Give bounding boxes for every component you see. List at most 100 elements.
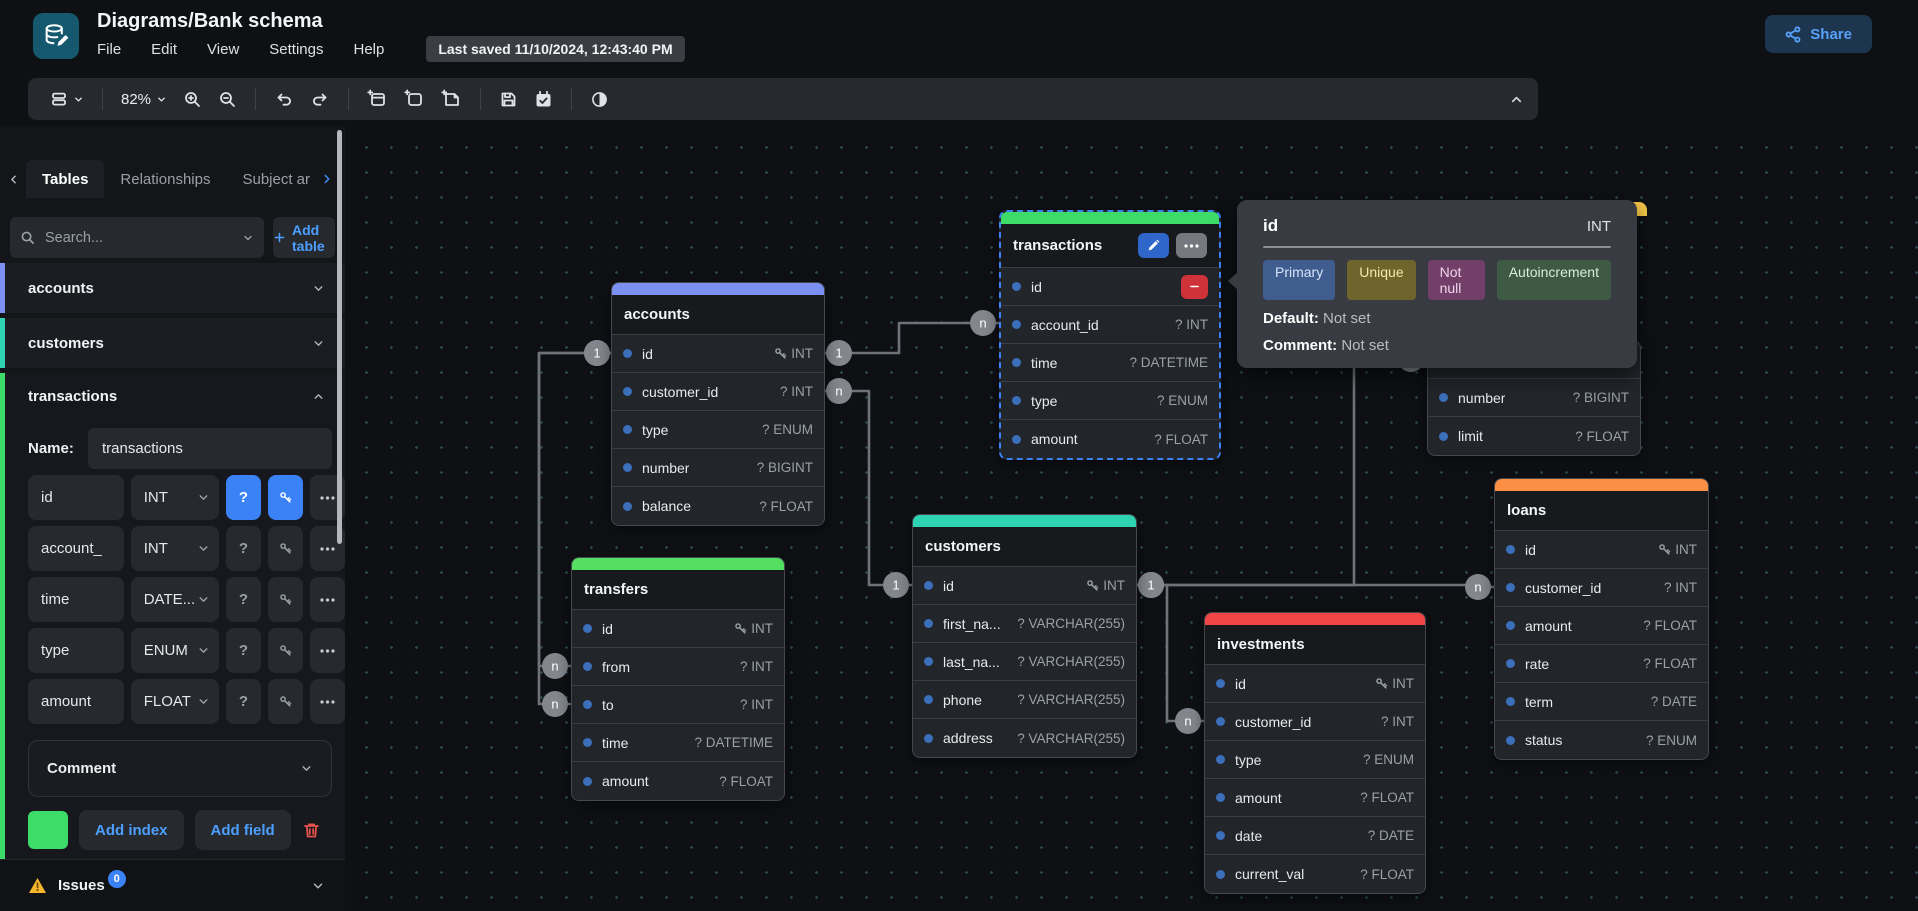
diagram-table-accounts[interactable]: accounts idINT customer_id? INT type? EN… bbox=[611, 282, 825, 526]
theme-contrast-button[interactable] bbox=[582, 84, 617, 114]
diagram-field-row[interactable]: first_na...? VARCHAR(255) bbox=[913, 605, 1136, 643]
diagram-field-row[interactable]: number? BIGINT bbox=[612, 449, 824, 487]
diagram-field-row[interactable]: idINT bbox=[913, 567, 1136, 605]
table-color-swatch[interactable] bbox=[28, 811, 68, 849]
add-index-button[interactable]: Add index bbox=[79, 810, 184, 850]
field-name-input[interactable]: type bbox=[28, 628, 124, 673]
caret-down-icon[interactable] bbox=[242, 232, 254, 244]
diagram-field-row[interactable]: customer_id? INT bbox=[1495, 569, 1708, 607]
field-name-input[interactable]: amount bbox=[28, 679, 124, 724]
diagram-field-row[interactable]: last_na...? VARCHAR(255) bbox=[913, 643, 1136, 681]
diagram-table-transfers[interactable]: transfers idINT from? INT to? INT time? … bbox=[571, 557, 785, 801]
add-note-button[interactable] bbox=[433, 84, 470, 114]
diagram-table-investments[interactable]: investments idINT customer_id? INT type?… bbox=[1204, 612, 1426, 894]
zoom-out-button[interactable] bbox=[210, 84, 245, 114]
field-nullable-button[interactable]: ? bbox=[226, 526, 261, 571]
sidebar-item-customers[interactable]: customers bbox=[0, 318, 345, 368]
diagram-field-row[interactable]: balance? FLOAT bbox=[612, 487, 824, 525]
diagram-field-row[interactable]: time? DATETIME bbox=[1001, 344, 1219, 382]
add-table-button[interactable] bbox=[359, 84, 396, 114]
comment-section[interactable]: Comment bbox=[28, 740, 332, 797]
issues-bar[interactable]: Issues 0 bbox=[0, 859, 345, 911]
diagram-field-row[interactable]: idINT bbox=[612, 335, 824, 373]
diagram-canvas[interactable]: 1 n 1 n 1 n n 1 1 n 1 n 1 n accounts idI… bbox=[345, 126, 1918, 911]
field-name-input[interactable]: account_ bbox=[28, 526, 124, 571]
layout-button[interactable] bbox=[42, 84, 92, 114]
menu-settings[interactable]: Settings bbox=[269, 41, 323, 58]
diagram-field-row[interactable]: amount? FLOAT bbox=[1205, 779, 1425, 817]
menu-view[interactable]: View bbox=[207, 41, 239, 58]
field-type-select[interactable]: FLOAT bbox=[131, 679, 219, 724]
diagram-table-loans[interactable]: loans idINT customer_id? INT amount? FLO… bbox=[1494, 478, 1709, 760]
delete-field-button[interactable] bbox=[1181, 275, 1208, 299]
save-button[interactable] bbox=[491, 84, 526, 114]
redo-button[interactable] bbox=[302, 84, 338, 114]
table-name-input[interactable]: transactions bbox=[88, 428, 332, 469]
chevron-up-icon[interactable] bbox=[312, 390, 325, 403]
delete-table-button[interactable] bbox=[302, 821, 321, 840]
diagram-field-row[interactable]: idINT bbox=[1205, 665, 1425, 703]
field-type-select[interactable]: ENUM bbox=[131, 628, 219, 673]
chevron-down-icon[interactable] bbox=[311, 879, 325, 893]
diagram-field-row[interactable]: current_val? FLOAT bbox=[1205, 855, 1425, 893]
chevron-down-icon[interactable] bbox=[312, 337, 325, 350]
zoom-in-button[interactable] bbox=[175, 84, 210, 114]
sidebar-item-accounts[interactable]: accounts bbox=[0, 263, 345, 313]
table-more-options-button[interactable] bbox=[1176, 233, 1207, 258]
diagram-field-row[interactable]: idINT bbox=[1495, 531, 1708, 569]
menu-edit[interactable]: Edit bbox=[151, 41, 177, 58]
diagram-field-row[interactable]: phone? VARCHAR(255) bbox=[913, 681, 1136, 719]
diagram-field-row[interactable]: rate? FLOAT bbox=[1495, 645, 1708, 683]
field-more-options-button[interactable] bbox=[310, 628, 345, 673]
collapse-toolbar-icon[interactable] bbox=[1509, 92, 1524, 107]
commit-button[interactable] bbox=[526, 84, 561, 114]
diagram-field-row[interactable]: id bbox=[1001, 268, 1219, 306]
edit-table-button[interactable] bbox=[1138, 233, 1169, 258]
menu-help[interactable]: Help bbox=[353, 41, 384, 58]
field-type-select[interactable]: INT bbox=[131, 475, 219, 520]
field-type-select[interactable]: DATE... bbox=[131, 577, 219, 622]
field-more-options-button[interactable] bbox=[310, 577, 345, 622]
diagram-field-row[interactable]: customer_id? INT bbox=[1205, 703, 1425, 741]
diagram-field-row[interactable]: amount? FLOAT bbox=[1495, 607, 1708, 645]
field-primary-key-button[interactable] bbox=[268, 475, 303, 520]
sidebar-item-transactions[interactable]: transactions bbox=[5, 373, 345, 420]
search-input[interactable] bbox=[43, 229, 234, 247]
chevron-down-icon[interactable] bbox=[312, 282, 325, 295]
undo-button[interactable] bbox=[266, 84, 302, 114]
diagram-field-row[interactable]: amount? FLOAT bbox=[572, 762, 784, 800]
field-nullable-button[interactable]: ? bbox=[226, 628, 261, 673]
tab-relationships[interactable]: Relationships bbox=[104, 160, 226, 198]
diagram-table-transactions[interactable]: transactions id account_id? INT time? DA… bbox=[999, 210, 1221, 460]
field-type-select[interactable]: INT bbox=[131, 526, 219, 571]
diagram-field-row[interactable]: limit? FLOAT bbox=[1428, 417, 1640, 455]
diagram-field-row[interactable]: type? ENUM bbox=[1205, 741, 1425, 779]
tabs-scroll-right-icon[interactable] bbox=[320, 172, 334, 186]
field-name-input[interactable]: id bbox=[28, 475, 124, 520]
diagram-field-row[interactable]: type? ENUM bbox=[612, 411, 824, 449]
diagram-field-row[interactable]: status? ENUM bbox=[1495, 721, 1708, 759]
field-primary-key-button[interactable] bbox=[268, 526, 303, 571]
diagram-field-row[interactable]: customer_id? INT bbox=[612, 373, 824, 411]
diagram-field-row[interactable]: number? BIGINT bbox=[1428, 379, 1640, 417]
field-primary-key-button[interactable] bbox=[268, 577, 303, 622]
field-primary-key-button[interactable] bbox=[268, 679, 303, 724]
tab-subject-areas[interactable]: Subject ar bbox=[226, 160, 318, 198]
diagram-field-row[interactable]: term? DATE bbox=[1495, 683, 1708, 721]
menu-file[interactable]: File bbox=[97, 41, 121, 58]
add-area-button[interactable] bbox=[396, 84, 433, 114]
zoom-level-dropdown[interactable]: 82% bbox=[113, 84, 175, 114]
field-more-options-button[interactable] bbox=[310, 679, 345, 724]
tabs-scroll-left-icon[interactable] bbox=[0, 173, 26, 186]
diagram-field-row[interactable]: from? INT bbox=[572, 648, 784, 686]
field-primary-key-button[interactable] bbox=[268, 628, 303, 673]
add-table-button-sidebar[interactable]: Add table bbox=[273, 217, 335, 258]
field-nullable-button[interactable]: ? bbox=[226, 475, 261, 520]
tab-tables[interactable]: Tables bbox=[26, 160, 104, 198]
share-button[interactable]: Share bbox=[1765, 15, 1872, 53]
diagram-field-row[interactable]: time? DATETIME bbox=[572, 724, 784, 762]
field-nullable-button[interactable]: ? bbox=[226, 679, 261, 724]
diagram-field-row[interactable]: idINT bbox=[572, 610, 784, 648]
diagram-field-row[interactable]: type? ENUM bbox=[1001, 382, 1219, 420]
diagram-field-row[interactable]: amount? FLOAT bbox=[1001, 420, 1219, 458]
